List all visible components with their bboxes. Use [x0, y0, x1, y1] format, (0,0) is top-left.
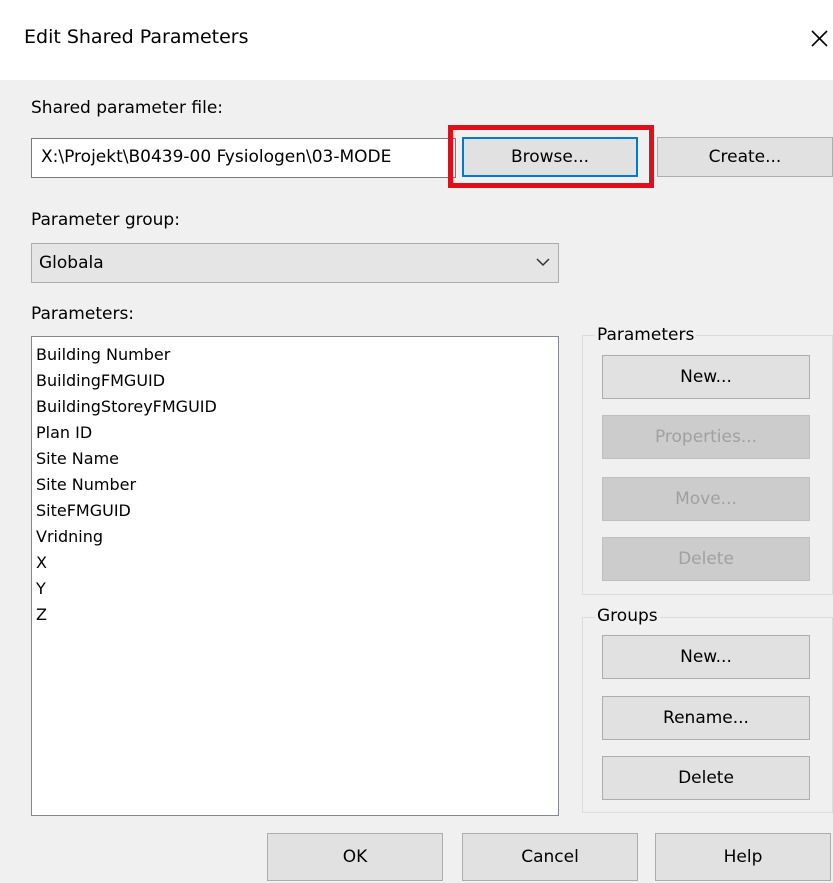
parameter-properties-button[interactable]: Properties...	[602, 415, 810, 459]
list-item[interactable]: BuildingFMGUID	[36, 368, 558, 394]
parameter-delete-button[interactable]: Delete	[602, 537, 810, 581]
list-item[interactable]: Z	[36, 602, 558, 628]
shared-parameter-file-path[interactable]: X:\Projekt\B0439-00 Fysiologen\03-MODE	[31, 138, 456, 178]
parameter-group-dropdown[interactable]: Globala	[31, 243, 559, 283]
list-item[interactable]: Vridning	[36, 524, 558, 550]
highlight-box	[448, 125, 654, 188]
list-item[interactable]: Site Name	[36, 446, 558, 472]
close-icon[interactable]	[806, 22, 833, 52]
list-item[interactable]: SiteFMGUID	[36, 498, 558, 524]
cancel-button[interactable]: Cancel	[462, 833, 638, 881]
parameters-list-label: Parameters:	[31, 304, 135, 324]
help-button[interactable]: Help	[655, 833, 831, 881]
parameter-move-button[interactable]: Move...	[602, 477, 810, 521]
parameter-group-selected: Globala	[39, 253, 104, 273]
create-button[interactable]: Create...	[657, 137, 833, 177]
parameter-new-button[interactable]: New...	[602, 355, 810, 399]
ok-button[interactable]: OK	[267, 833, 443, 881]
list-item[interactable]: Site Number	[36, 472, 558, 498]
chevron-down-icon	[536, 258, 550, 267]
parameters-listbox[interactable]: Building Number BuildingFMGUID BuildingS…	[31, 336, 559, 816]
window-title: Edit Shared Parameters	[24, 26, 249, 48]
parameters-groupbox-legend: Parameters	[595, 325, 697, 345]
parameter-group-label: Parameter group:	[31, 210, 180, 230]
group-delete-button[interactable]: Delete	[602, 756, 810, 800]
group-new-button[interactable]: New...	[602, 635, 810, 679]
title-bar: Edit Shared Parameters	[0, 0, 833, 80]
list-item[interactable]: Plan ID	[36, 420, 558, 446]
list-item[interactable]: BuildingStoreyFMGUID	[36, 394, 558, 420]
list-item[interactable]: Y	[36, 576, 558, 602]
shared-parameter-file-label: Shared parameter file:	[31, 98, 224, 118]
group-rename-button[interactable]: Rename...	[602, 696, 810, 740]
list-item[interactable]: X	[36, 550, 558, 576]
groups-groupbox-legend: Groups	[595, 606, 660, 626]
list-item[interactable]: Building Number	[36, 342, 558, 368]
